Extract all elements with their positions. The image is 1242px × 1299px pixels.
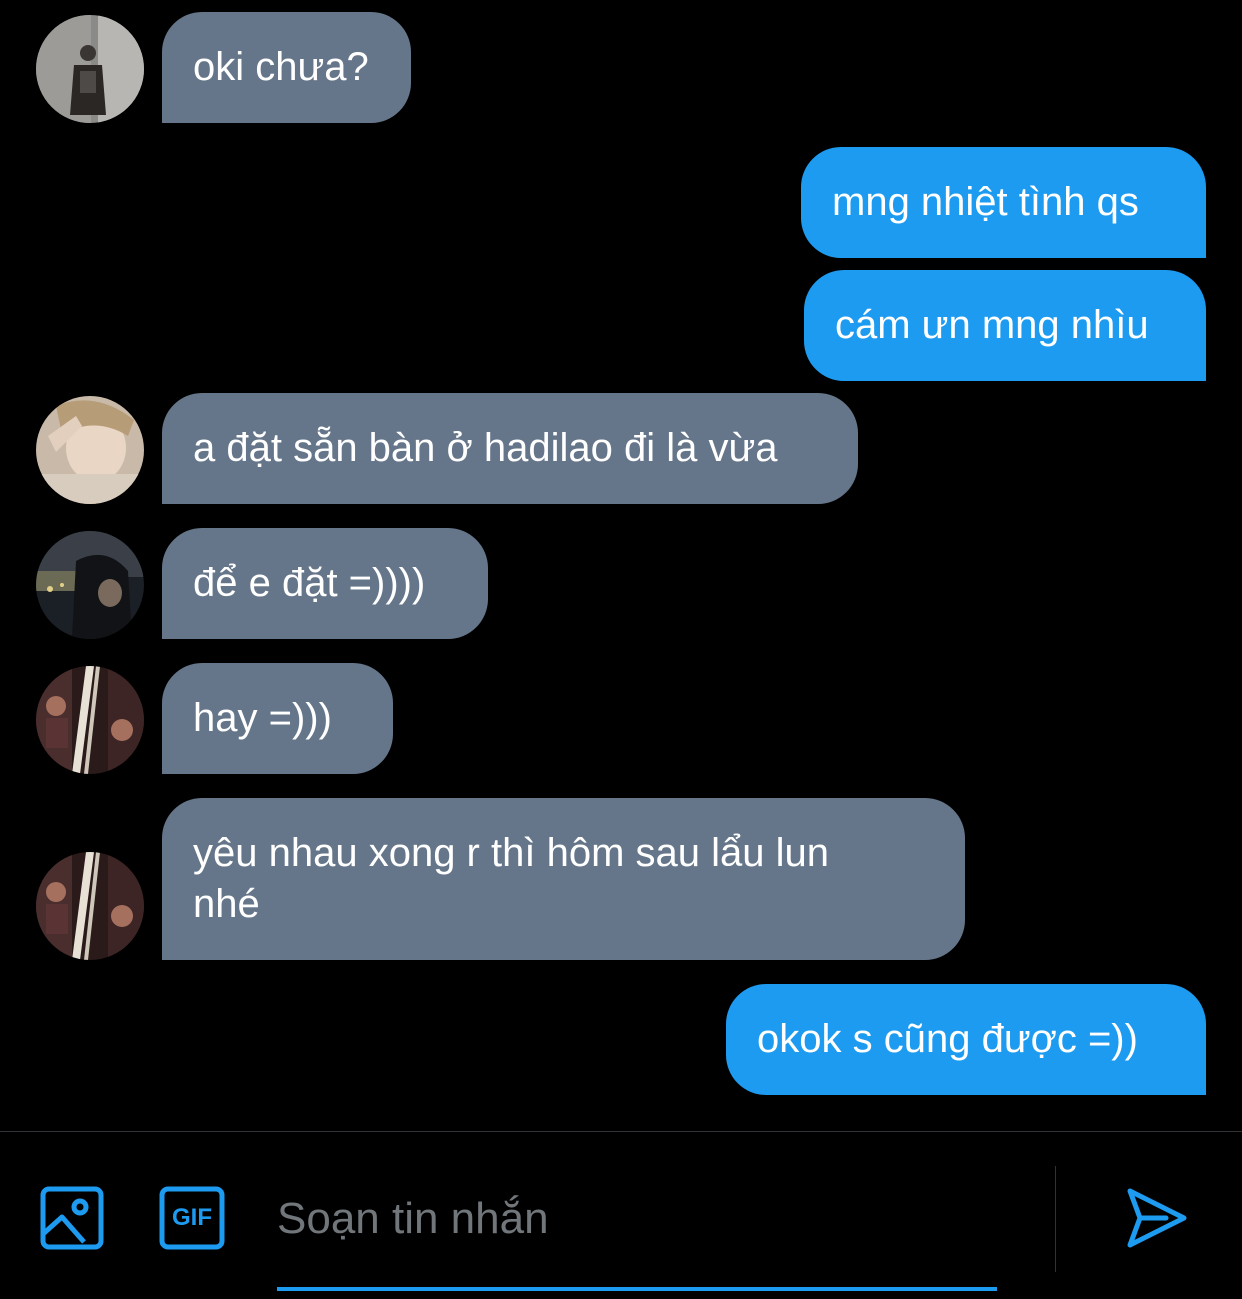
message-bubble[interactable]: cám ưn mng nhìu [804, 270, 1206, 381]
message-bubble[interactable]: hay =))) [162, 663, 393, 774]
send-icon[interactable] [1126, 1187, 1188, 1249]
message-text: mng nhiệt tình qs [832, 180, 1139, 224]
gif-icon[interactable]: GIF [159, 1186, 225, 1250]
message-input[interactable]: Soạn tin nhắn [277, 1186, 997, 1252]
gif-label: GIF [172, 1204, 212, 1231]
message-input-placeholder: Soạn tin nhắn [277, 1194, 549, 1243]
avatar[interactable] [36, 15, 144, 123]
message-bubble[interactable]: yêu nhau xong r thì hôm sau lẩu lun nhé [162, 798, 965, 960]
message-text: a đặt sẵn bàn ở hadilao đi là vừa [193, 426, 778, 470]
message-bubble[interactable]: okok s cũng được =)) [726, 984, 1206, 1095]
avatar[interactable] [36, 666, 144, 774]
message-bubble[interactable]: a đặt sẵn bàn ở hadilao đi là vừa [162, 393, 858, 504]
message-bubble[interactable]: oki chưa? [162, 12, 411, 123]
message-input-underline [277, 1287, 997, 1291]
composer-vertical-divider [1055, 1166, 1056, 1272]
message-text: để e đặt =)))) [193, 561, 426, 605]
avatar[interactable] [36, 852, 144, 960]
message-text: cám ưn mng nhìu [835, 303, 1149, 347]
message-text-line-2: nhé [193, 882, 260, 926]
message-bubble[interactable]: để e đặt =)))) [162, 528, 488, 639]
message-bubble[interactable]: mng nhiệt tình qs [801, 147, 1206, 258]
image-icon[interactable] [40, 1186, 104, 1250]
avatar[interactable] [36, 531, 144, 639]
message-text: okok s cũng được =)) [757, 1017, 1138, 1061]
message-text: oki chưa? [193, 45, 369, 89]
avatar[interactable] [36, 396, 144, 504]
message-text: hay =))) [193, 696, 332, 740]
message-text: yêu nhau xong r thì hôm sau lẩu lun [193, 831, 829, 875]
composer-divider [0, 1131, 1242, 1132]
